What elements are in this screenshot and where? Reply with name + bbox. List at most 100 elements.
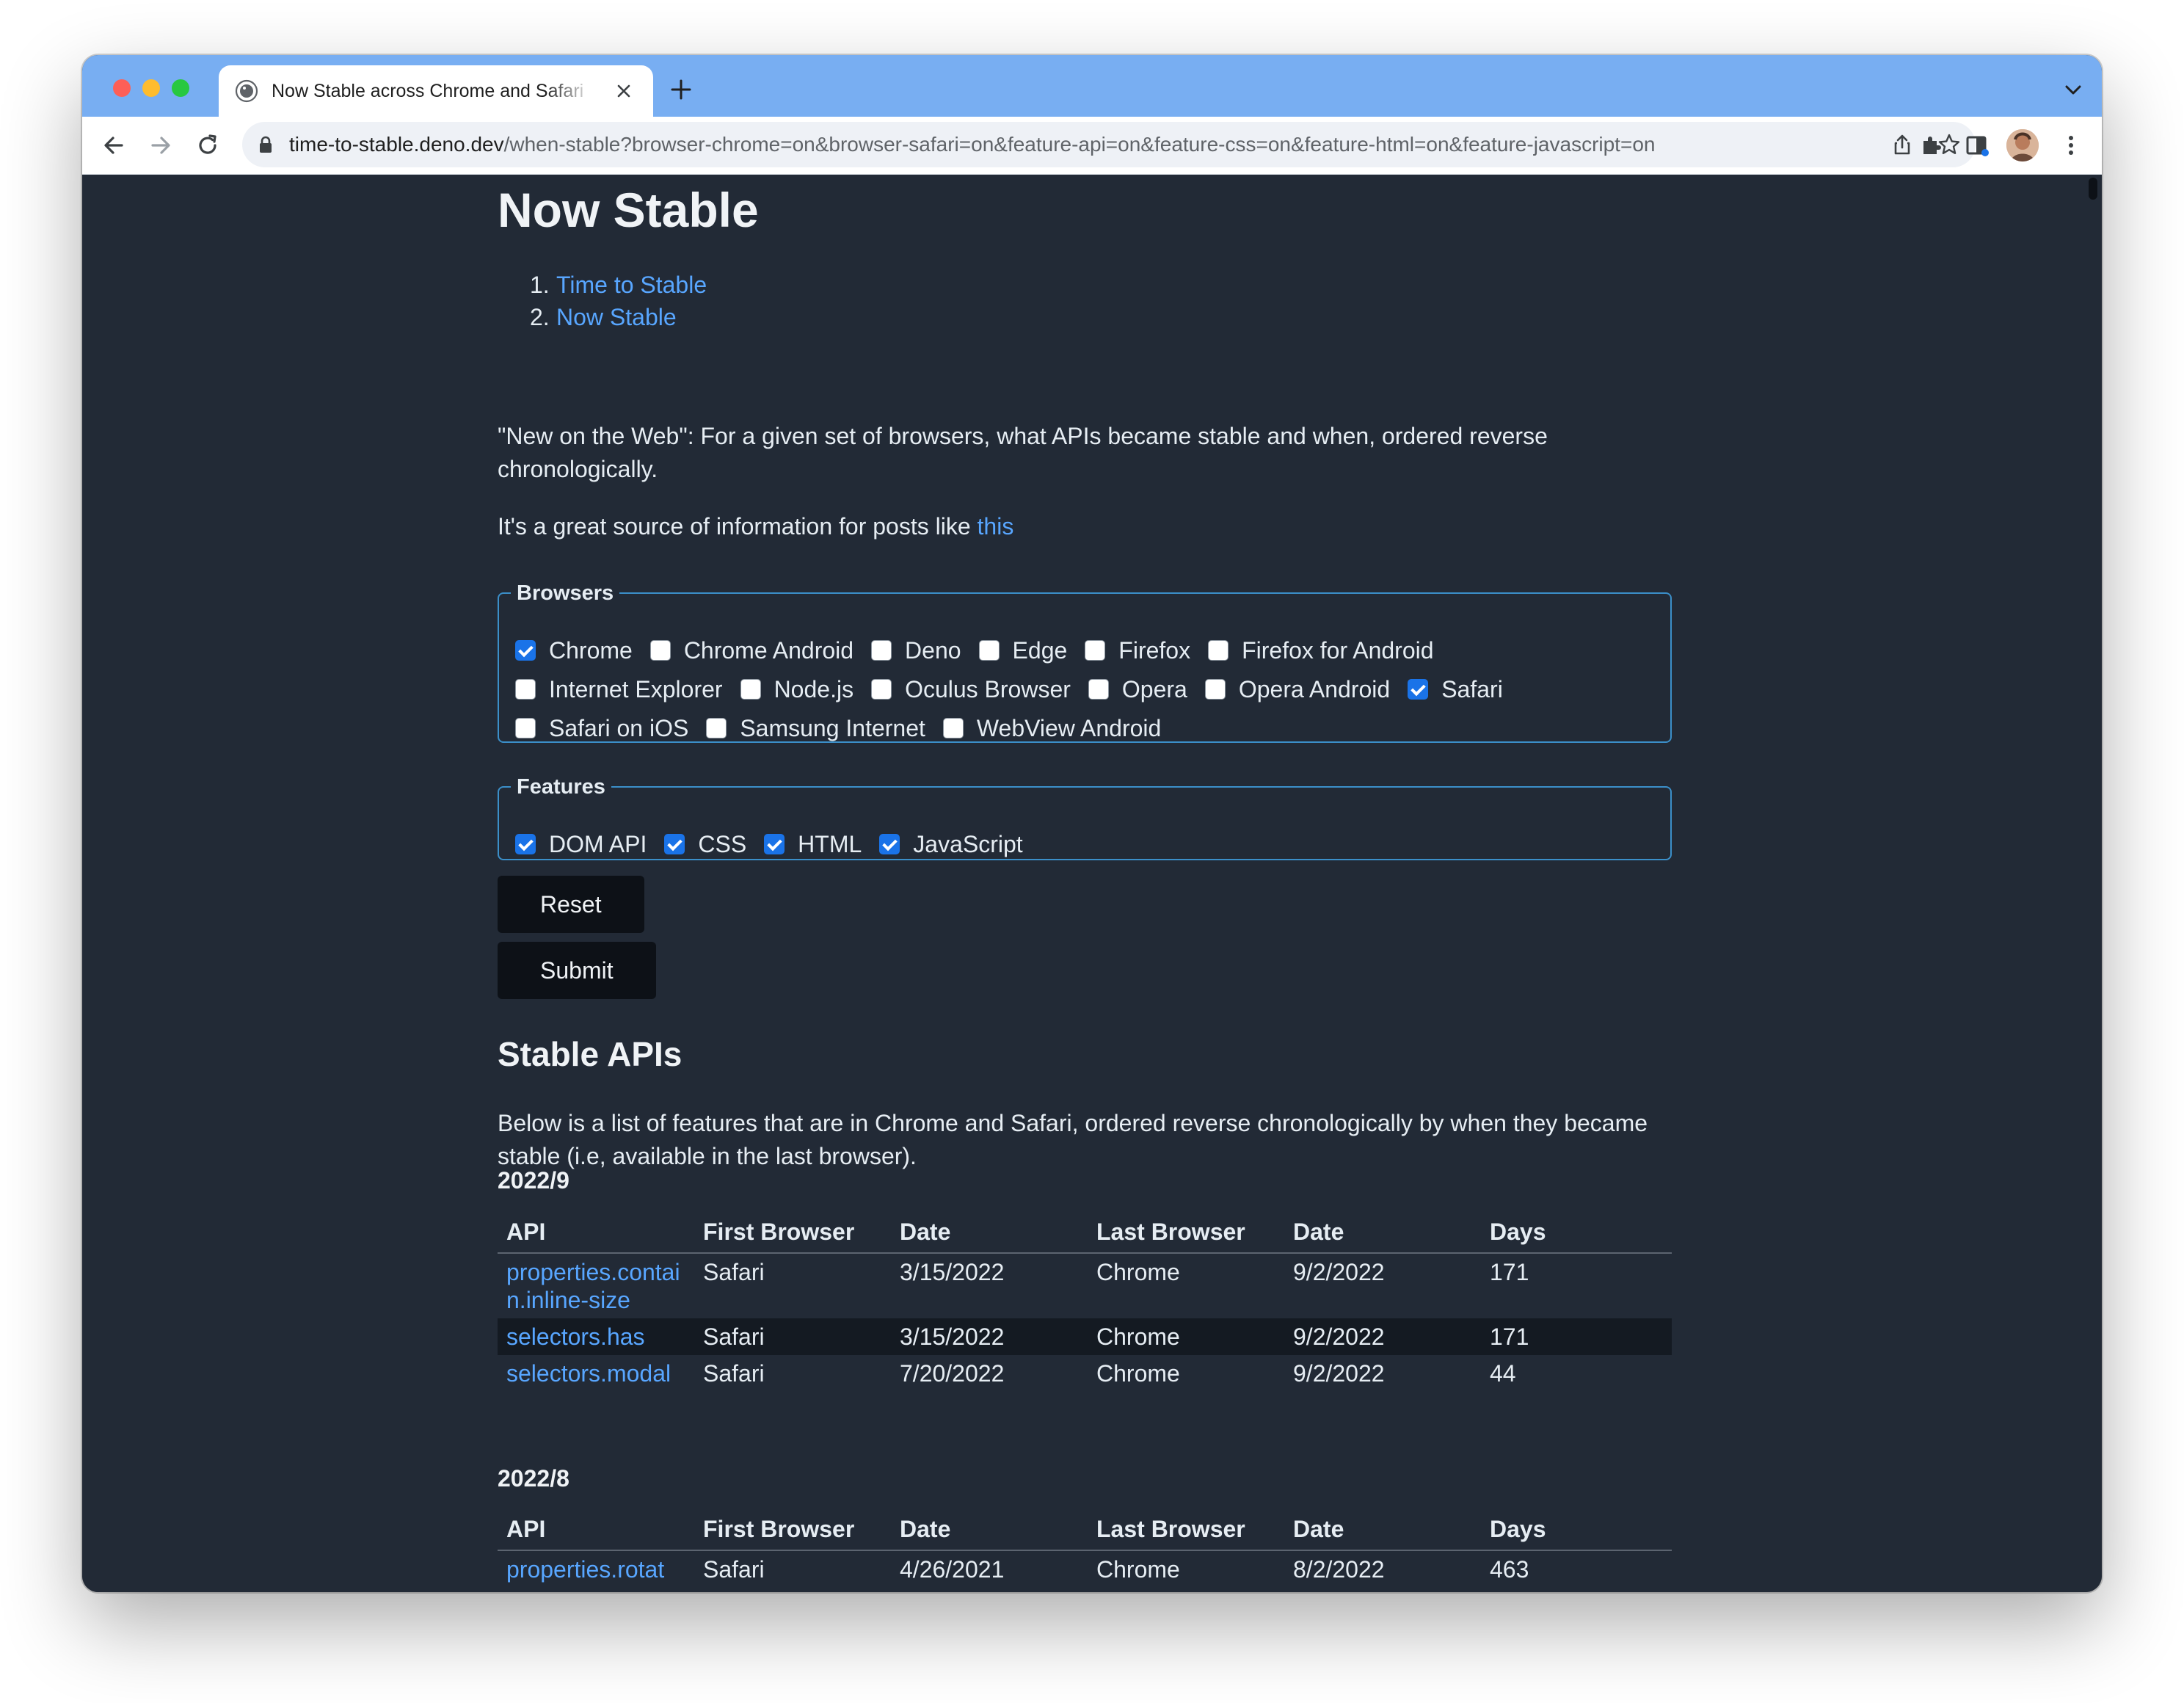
browser-option-chrome-android[interactable]: Chrome Android	[643, 631, 853, 670]
api-link[interactable]: selectors.has	[506, 1323, 645, 1350]
table-row: properties.rotat Safari 4/26/2021 Chrome…	[498, 1550, 1672, 1588]
option-label: Internet Explorer	[549, 676, 723, 702]
url-text[interactable]: time-to-stable.deno.dev/when-stable?brow…	[289, 131, 1867, 158]
source-paragraph: It's a great source of information for p…	[498, 510, 1672, 543]
api-link[interactable]: selectors.modal	[506, 1360, 671, 1387]
checkbox-dom-api[interactable]	[515, 833, 536, 854]
cell-last-browser: Chrome	[1096, 1259, 1180, 1285]
close-icon[interactable]	[614, 81, 634, 101]
tab-title: Now Stable across Chrome and Safari	[272, 81, 584, 101]
checkbox-safari[interactable]	[1408, 678, 1429, 700]
checkbox-nodejs[interactable]	[740, 678, 761, 700]
checkbox-opera-android[interactable]	[1204, 678, 1226, 700]
source-link[interactable]: this	[978, 513, 1014, 540]
profile-avatar[interactable]	[2006, 129, 2039, 161]
cell-first-date: 7/20/2022	[900, 1360, 1005, 1387]
address-bar[interactable]: time-to-stable.deno.dev/when-stable?brow…	[242, 122, 1976, 167]
api-link[interactable]: properties.rotat	[506, 1556, 664, 1583]
checkbox-opera[interactable]	[1088, 678, 1109, 700]
cell-days: 171	[1481, 1318, 1672, 1355]
submit-button[interactable]: Submit	[498, 942, 656, 999]
toc-link-time-to-stable[interactable]: Time to Stable	[556, 272, 707, 298]
browsers-legend: Browsers	[517, 581, 614, 605]
cell-first-date: 4/26/2021	[900, 1556, 1005, 1583]
option-label: JavaScript	[913, 831, 1023, 857]
cell-last-browser: Chrome	[1096, 1360, 1180, 1387]
header-days: Days	[1481, 1508, 1672, 1551]
side-panel-icon[interactable]	[1965, 134, 1989, 157]
group-heading: 2022/8	[498, 1465, 569, 1492]
checkbox-edge[interactable]	[978, 639, 1000, 661]
feature-option-dom-api[interactable]: DOM API	[508, 825, 647, 864]
checkbox-deno[interactable]	[871, 639, 892, 661]
plus-icon[interactable]	[669, 78, 693, 101]
checkbox-firefox-android[interactable]	[1208, 639, 1229, 661]
extensions-puzzle-icon[interactable]	[1920, 134, 1943, 157]
checkbox-chrome-android[interactable]	[649, 639, 671, 661]
checkbox-javascript[interactable]	[879, 833, 900, 854]
toc-link-now-stable[interactable]: Now Stable	[556, 304, 677, 330]
browser-option-nodejs[interactable]: Node.js	[733, 670, 853, 709]
feature-option-javascript[interactable]: JavaScript	[872, 825, 1023, 864]
features-fieldset: Features DOM API CSS HTML JavaScript	[498, 774, 1672, 860]
feature-option-css[interactable]: CSS	[657, 825, 746, 864]
browser-option-safari-ios[interactable]: Safari on iOS	[508, 709, 688, 748]
header-first-date: Date	[891, 1508, 1088, 1551]
option-label: Deno	[905, 637, 961, 664]
browser-option-edge[interactable]: Edge	[972, 631, 1067, 670]
browser-option-firefox-android[interactable]: Firefox for Android	[1201, 631, 1434, 670]
lock-icon[interactable]	[258, 136, 273, 153]
scrollbar-thumb[interactable]	[2089, 178, 2097, 200]
minimize-window-button[interactable]	[142, 79, 160, 97]
browser-option-opera-android[interactable]: Opera Android	[1198, 670, 1390, 709]
option-label: HTML	[798, 831, 862, 857]
header-last-date: Date	[1284, 1211, 1481, 1254]
browser-option-deno[interactable]: Deno	[864, 631, 961, 670]
checkbox-firefox[interactable]	[1085, 639, 1106, 661]
checkbox-webview-android[interactable]	[942, 717, 964, 738]
share-icon[interactable]	[1890, 133, 1914, 156]
checkbox-samsung[interactable]	[706, 717, 727, 738]
cell-api: properties.rotat	[498, 1550, 694, 1588]
browser-option-chrome[interactable]: Chrome	[508, 631, 633, 670]
checkbox-css[interactable]	[664, 833, 685, 854]
back-arrow-icon[interactable]	[101, 133, 126, 158]
header-first-date: Date	[891, 1211, 1088, 1254]
browser-option-webview-android[interactable]: WebView Android	[936, 709, 1161, 748]
option-label: Safari on iOS	[549, 715, 689, 741]
checkbox-internet-explorer[interactable]	[515, 678, 536, 700]
toc-item: 2. Now Stable	[498, 301, 707, 333]
close-window-button[interactable]	[113, 79, 131, 97]
cell-last-browser: Chrome	[1088, 1318, 1284, 1355]
option-label: Oculus Browser	[905, 676, 1071, 702]
option-label: Opera Android	[1238, 676, 1391, 702]
header-first-browser: First Browser	[694, 1211, 891, 1254]
reset-button[interactable]: Reset	[498, 876, 644, 933]
checkbox-chrome[interactable]	[515, 639, 536, 661]
browser-option-safari[interactable]: Safari	[1400, 670, 1503, 709]
cell-api: selectors.has	[498, 1318, 694, 1355]
chevron-down-icon[interactable]	[2064, 81, 2083, 99]
cell-first-browser: Safari	[703, 1360, 765, 1387]
zoom-window-button[interactable]	[172, 79, 189, 97]
more-vert-icon[interactable]	[2065, 134, 2077, 156]
checkbox-html[interactable]	[764, 833, 785, 854]
deno-favicon-icon	[235, 79, 258, 103]
checkbox-safari-ios[interactable]	[515, 717, 536, 738]
cell-last-date: 9/2/2022	[1293, 1360, 1385, 1387]
browser-option-firefox[interactable]: Firefox	[1077, 631, 1190, 670]
forward-arrow-icon[interactable]	[148, 133, 173, 158]
reload-icon[interactable]	[195, 133, 220, 158]
cell-api: selectors.modal	[498, 1355, 694, 1392]
checkbox-oculus[interactable]	[871, 678, 892, 700]
active-tab[interactable]: Now Stable across Chrome and Safari	[219, 65, 653, 117]
cell-first-date: 3/15/2022	[891, 1318, 1088, 1355]
browser-option-opera[interactable]: Opera	[1081, 670, 1187, 709]
browser-option-oculus[interactable]: Oculus Browser	[864, 670, 1071, 709]
feature-option-html[interactable]: HTML	[757, 825, 862, 864]
page-viewport[interactable]: Now Stable 1. Time to Stable 2. Now Stable…	[82, 175, 2102, 1592]
browser-option-internet-explorer[interactable]: Internet Explorer	[508, 670, 723, 709]
browser-option-samsung[interactable]: Samsung Internet	[699, 709, 925, 748]
cell-days: 171	[1490, 1259, 1529, 1285]
api-link[interactable]: properties.contain.inline-size	[506, 1259, 680, 1313]
